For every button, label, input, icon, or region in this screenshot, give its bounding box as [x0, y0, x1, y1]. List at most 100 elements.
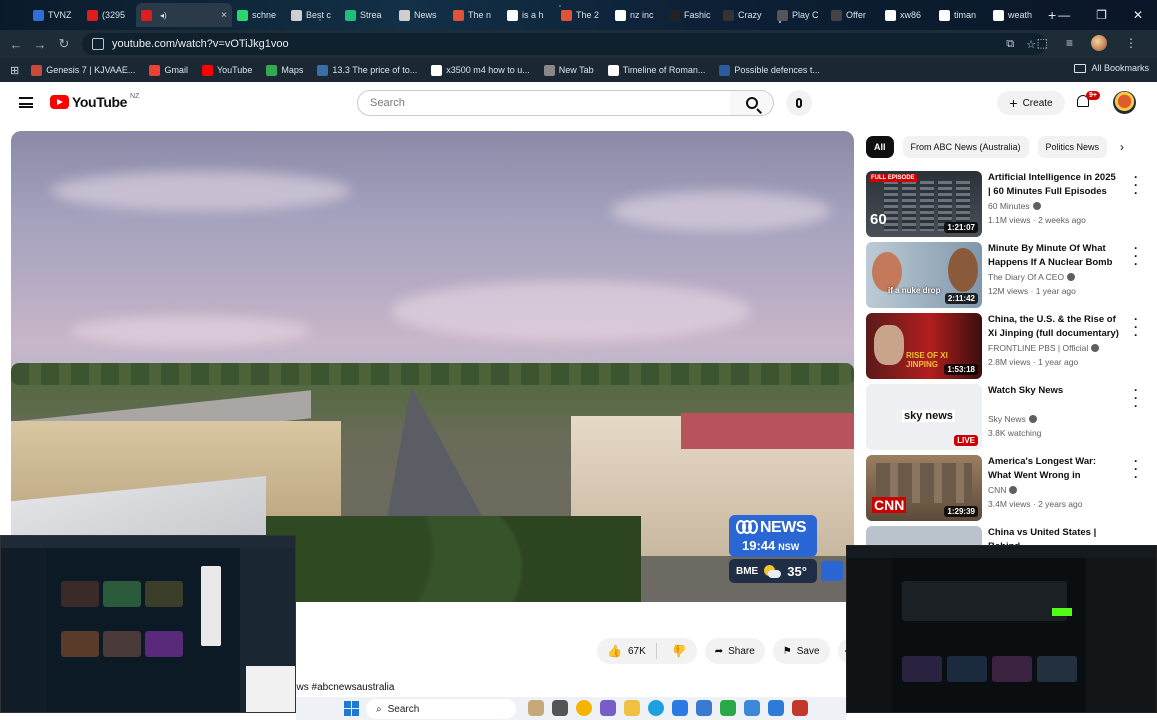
task-view-icon[interactable]	[552, 700, 568, 716]
reading-list-icon[interactable]: ≡	[1066, 36, 1073, 50]
browser-tab[interactable]: is a h	[502, 3, 556, 27]
browser-menu-icon[interactable]: ⋮	[1125, 36, 1137, 50]
video-thumbnail[interactable]: sky news LIVE	[866, 384, 982, 450]
browser-tab[interactable]: Play C	[772, 3, 826, 27]
file-explorer-icon[interactable]	[624, 700, 640, 716]
more-options-icon[interactable]: · · ·	[1134, 455, 1138, 483]
edge-icon[interactable]	[648, 700, 664, 716]
all-bookmarks[interactable]: All Bookmarks	[1074, 63, 1149, 73]
video-title[interactable]: Artificial Intelligence in 2025 | 60 Min…	[988, 171, 1120, 199]
create-button[interactable]: + Create	[997, 91, 1065, 115]
red-app-icon[interactable]	[792, 700, 808, 716]
video-title[interactable]: Watch Sky News	[988, 384, 1120, 398]
more-options-icon[interactable]: · · ·	[1134, 313, 1138, 341]
channel-name[interactable]: Sky News	[988, 414, 1037, 424]
forward-icon[interactable]: →	[28, 37, 52, 52]
minimize-icon[interactable]: —	[1058, 8, 1070, 22]
windows-start-icon[interactable]	[344, 701, 359, 716]
browser-tab[interactable]: Best c	[286, 3, 340, 27]
bookmark-item[interactable]: Genesis 7 | KJVAAE...	[31, 64, 135, 76]
recommendation-item[interactable]: FULL EPISODE 60 1:21:07 Artificial Intellig…	[866, 171, 1146, 237]
back-icon[interactable]: ←	[4, 37, 28, 52]
video-thumbnail[interactable]: FULL EPISODE 60 1:21:07	[866, 171, 982, 237]
chrome-icon[interactable]	[576, 700, 592, 716]
bookmark-item[interactable]: 13.3 The price of to...	[317, 64, 417, 76]
video-title[interactable]: Minute By Minute Of What Happens If A Nu…	[988, 242, 1120, 270]
apps-grid-icon[interactable]: ⊞	[10, 64, 19, 77]
browser-tab[interactable]: schne	[232, 3, 286, 27]
site-info-icon[interactable]	[92, 38, 104, 50]
channel-name[interactable]: FRONTLINE PBS | Official	[988, 343, 1100, 353]
close-tab-icon[interactable]: ×	[221, 10, 227, 21]
video-title[interactable]: China, the U.S. & the Rise of Xi Jinping…	[988, 313, 1120, 341]
filter-chip[interactable]: All	[866, 136, 894, 158]
search-input[interactable]: Search	[357, 90, 731, 116]
bookmark-item[interactable]: New Tab	[543, 64, 594, 76]
browser-tab[interactable]: Fashic	[664, 3, 718, 27]
video-hashtags[interactable]: ews #abcnewsaustralia	[291, 682, 394, 693]
video-thumbnail[interactable]: if a nuke drop 2:11:42	[866, 242, 982, 308]
bookmark-item[interactable]: YouTube	[201, 64, 252, 76]
audio-playing-icon[interactable]: ◂)	[160, 11, 167, 20]
like-button[interactable]: 👍 67K	[597, 643, 657, 659]
recommendation-item[interactable]: CNN 1:29:39 America's Longest War: What We…	[866, 455, 1146, 521]
voice-search-button[interactable]	[786, 90, 812, 116]
bookmark-star-icon[interactable]: ☆	[1026, 38, 1036, 51]
extensions-icon[interactable]: ⬚	[1037, 36, 1048, 50]
channel-name[interactable]: 60 Minutes	[988, 201, 1041, 211]
blue-app-icon[interactable]	[744, 700, 760, 716]
browser-tab[interactable]: Offer	[826, 3, 880, 27]
browser-tab[interactable]: timan	[934, 3, 988, 27]
dislike-button[interactable]: 👍	[662, 644, 697, 658]
browser-tab[interactable]: The 2	[556, 3, 610, 27]
browser-tab[interactable]: TVNZ	[28, 3, 82, 27]
bookmark-item[interactable]: Timeline of Roman...	[607, 64, 705, 76]
browser-tab[interactable]: The n	[448, 3, 502, 27]
bookmark-item[interactable]: Maps	[266, 64, 303, 76]
close-window-icon[interactable]: ✕	[1133, 8, 1143, 22]
browser-tab[interactable]: Strea	[340, 3, 394, 27]
save-button[interactable]: ⚑ Save	[772, 638, 830, 664]
channel-name[interactable]: CNN	[988, 485, 1018, 495]
install-app-icon[interactable]: ⧉	[1006, 38, 1014, 51]
search-button[interactable]	[730, 90, 774, 116]
browser-tab[interactable]: nz inc	[610, 3, 664, 27]
address-bar[interactable]: youtube.com/watch?v=vOTiJkg1voo ⧉ ☆	[82, 33, 1046, 55]
more-options-icon[interactable]: · · ·	[1134, 384, 1138, 412]
video-thumbnail[interactable]: RISE OF XI JINPING 1:53:18	[866, 313, 982, 379]
profile-avatar[interactable]	[1091, 35, 1107, 51]
recommendation-item[interactable]: sky news LIVE Watch Sky News Sky News 3.8K w…	[866, 384, 1146, 450]
pinned-app-icon[interactable]	[768, 700, 784, 716]
browser-tab[interactable]: weath	[988, 3, 1042, 27]
browser-tab[interactable]: Crazy	[718, 3, 772, 27]
app-icon[interactable]	[600, 700, 616, 716]
youtube-logo[interactable]: YouTube NZ	[50, 93, 139, 110]
overlay-window-casino[interactable]	[0, 535, 296, 713]
outlook-icon[interactable]	[696, 700, 712, 716]
more-options-icon[interactable]: · · ·	[1134, 242, 1138, 270]
browser-tab[interactable]: ◂) ×	[136, 3, 232, 27]
maximize-icon[interactable]: ❐	[1096, 8, 1107, 22]
recommendation-item[interactable]: if a nuke drop 2:11:42 Minute By Minute Of…	[866, 242, 1146, 308]
bookmark-item[interactable]: Gmail	[149, 64, 188, 76]
menu-icon[interactable]	[19, 97, 33, 108]
share-button[interactable]: ➦ Share	[704, 638, 765, 664]
overlay-window-kick[interactable]	[846, 545, 1157, 713]
video-player[interactable]: NEWS 19:44 NSW BME 35°	[11, 131, 854, 602]
channel-name[interactable]: The Diary Of A CEO	[988, 272, 1076, 282]
recommendation-item[interactable]: RISE OF XI JINPING 1:53:18 China, the U.S.…	[866, 313, 1146, 379]
account-avatar[interactable]	[1113, 91, 1136, 114]
chevron-right-icon[interactable]: ›	[1120, 140, 1124, 154]
filter-chip[interactable]: Politics News	[1037, 136, 1108, 158]
browser-tab[interactable]: News	[394, 3, 448, 27]
video-thumbnail[interactable]: CNN 1:29:39	[866, 455, 982, 521]
bookmark-item[interactable]: x3500 m4 how to u...	[431, 64, 530, 76]
more-options-icon[interactable]: · · ·	[1134, 171, 1138, 199]
reload-icon[interactable]: ↻	[52, 36, 76, 52]
green-app-icon[interactable]	[720, 700, 736, 716]
bookmark-item[interactable]: Possible defences t...	[719, 64, 820, 76]
new-tab-button[interactable]: +	[1048, 7, 1056, 23]
widget-icon[interactable]	[528, 700, 544, 716]
filter-chip[interactable]: From ABC News (Australia)	[902, 136, 1029, 158]
browser-tab[interactable]: (3295	[82, 3, 136, 27]
